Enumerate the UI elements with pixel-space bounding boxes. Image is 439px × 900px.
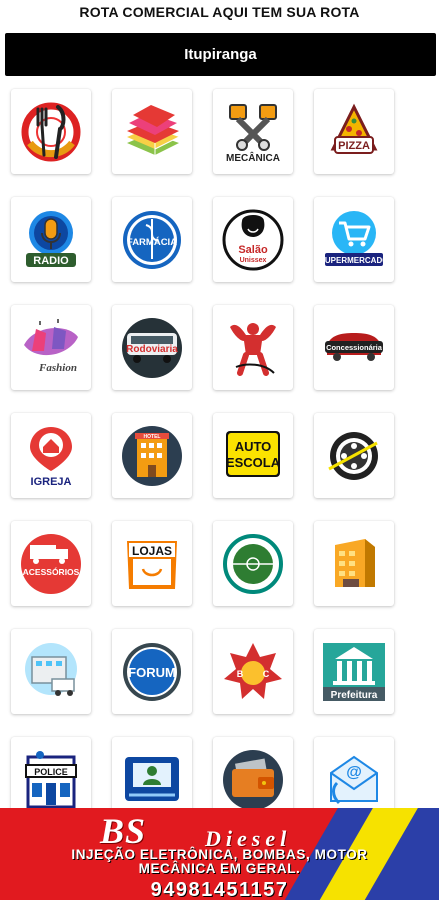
category-livraria[interactable]: [112, 89, 192, 174]
pharmacy-icon: FARMÁCIA: [123, 210, 181, 269]
city-hall-icon: Prefeitura: [323, 642, 385, 701]
police-label: POLICE: [34, 767, 68, 777]
radio-label: RADIO: [33, 255, 69, 267]
stadium-icon: [223, 533, 283, 594]
email-at-label: @: [346, 764, 362, 781]
bombeiros-c-label: C: [263, 669, 270, 679]
category-lojas[interactable]: LOJAS: [112, 521, 192, 606]
category-restaurante[interactable]: [11, 89, 91, 174]
hospital-ambulance-icon: [25, 642, 77, 696]
category-acessorios[interactable]: ACESSÓRIOS: [11, 521, 91, 606]
category-empresas[interactable]: [314, 521, 394, 606]
mechanic-pistons-icon: MECÂNICA: [226, 103, 280, 164]
category-autoescola[interactable]: AUTO ESCOLA: [213, 413, 293, 498]
farmacia-label: FARMÁCIA: [127, 237, 177, 248]
email-envelope-icon: @: [330, 755, 378, 804]
salao-label: Salão: [238, 244, 268, 256]
category-salao[interactable]: Salão Unissex: [213, 197, 293, 282]
shopping-bag-icon: LOJAS: [127, 540, 177, 589]
bus-station-icon: Rodoviaria: [122, 317, 182, 378]
autoescola-label-2: ESCOLA: [226, 455, 281, 470]
banner-services-line1: INJEÇÃO ELETRÔNICA, BOMBAS, MOTOR: [71, 847, 368, 862]
category-concessionaria[interactable]: Concessionária: [314, 305, 394, 390]
car-dealer-icon: Concessionária: [325, 332, 383, 361]
lojas-label: LOJAS: [132, 544, 172, 558]
plate-cutlery-icon: [21, 102, 81, 161]
fashion-label: Fashion: [38, 362, 77, 374]
hotel-building-icon: HOTEL: [122, 425, 182, 486]
category-supermercado[interactable]: SUPERMERCADO: [314, 197, 394, 282]
bank-card-icon: [125, 756, 179, 801]
category-bombeiros[interactable]: B C: [213, 629, 293, 714]
pizza-icon: PIZZA: [330, 103, 378, 154]
acessorios-label: ACESSÓRIOS: [23, 566, 80, 577]
ad-banner[interactable]: BS Diesel INJEÇÃO ELETRÔNICA, BOMBAS, MO…: [0, 808, 439, 900]
office-building-icon: [335, 538, 375, 587]
firefighter-badge-icon: B C: [224, 642, 282, 699]
police-station-icon: POLICE: [25, 750, 77, 808]
supermercado-label: SUPERMERCADO: [321, 256, 387, 265]
category-forum[interactable]: FORUM: [112, 629, 192, 714]
radio-microphone-icon: RADIO: [26, 210, 76, 267]
banner-phone: 94981451157: [150, 879, 289, 900]
category-pizzaria[interactable]: PIZZA: [314, 89, 394, 174]
category-mecanica[interactable]: MECÂNICA: [213, 89, 293, 174]
forum-label: FORUM: [128, 665, 176, 680]
category-hospital[interactable]: [11, 629, 91, 714]
salao-sub-label: Unissex: [240, 257, 267, 264]
books-icon: [127, 104, 180, 155]
banner-services-line2: MECÂNICA EM GERAL.: [138, 861, 301, 876]
category-cinema[interactable]: [314, 413, 394, 498]
shopping-cart-icon: SUPERMERCADO: [321, 210, 387, 266]
category-rodoviaria[interactable]: Rodoviaria: [112, 305, 192, 390]
category-academia[interactable]: [213, 305, 293, 390]
salon-icon: Salão Unissex: [222, 209, 284, 270]
category-hotel[interactable]: HOTEL: [112, 413, 192, 498]
accessories-truck-icon: ACESSÓRIOS: [21, 533, 81, 594]
wallet-icon: [223, 749, 283, 810]
gym-bodybuilder-icon: [230, 322, 276, 376]
category-igreja[interactable]: IGREJA: [11, 413, 91, 498]
igreja-label: IGREJA: [31, 476, 72, 488]
concessionaria-label: Concessionária: [326, 343, 383, 352]
fashion-hanger-icon: Fashion: [24, 318, 78, 374]
pizza-label: PIZZA: [338, 140, 370, 152]
banner-services: INJEÇÃO ELETRÔNICA, BOMBAS, MOTOR MECÂNI…: [4, 848, 435, 876]
category-grid: MECÂNICA PIZZA RADIO FARMÁCIA Salão Unis…: [11, 89, 431, 822]
banner-brand: BS: [100, 811, 147, 851]
church-pin-icon: IGREJA: [30, 426, 72, 488]
hotel-label: HOTEL: [144, 434, 161, 440]
category-radio[interactable]: RADIO: [11, 197, 91, 282]
rodoviaria-label: Rodoviaria: [126, 344, 178, 355]
bombeiros-b-label: B: [237, 669, 244, 679]
forum-badge-icon: FORUM: [123, 642, 181, 701]
city-selector-button[interactable]: Itupiranga: [5, 33, 436, 76]
category-farmacia[interactable]: FARMÁCIA: [112, 197, 192, 282]
autoescola-label-1: AUTO: [235, 439, 272, 454]
category-moda[interactable]: Fashion: [11, 305, 91, 390]
category-prefeitura[interactable]: Prefeitura: [314, 629, 394, 714]
film-reel-icon: [328, 431, 378, 480]
mecanica-label: MECÂNICA: [226, 151, 280, 164]
driving-school-icon: AUTO ESCOLA: [226, 430, 281, 477]
category-estadio[interactable]: [213, 521, 293, 606]
app-title: ROTA COMERCIAL AQUI TEM SUA ROTA: [79, 4, 360, 20]
prefeitura-label: Prefeitura: [331, 690, 378, 701]
